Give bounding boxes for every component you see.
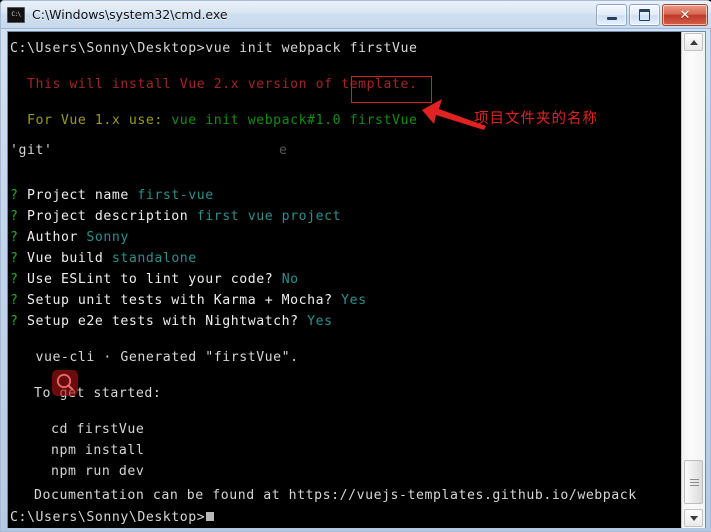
scrollbar-thumb[interactable] xyxy=(684,460,703,504)
console-line-vue1x: For Vue 1.x use: vue init webpack#1.0 fi… xyxy=(10,113,418,128)
label-vue-build: Vue build xyxy=(18,251,112,266)
console-prompt-unit-tests: ? Setup unit tests with Karma + Mocha? Y… xyxy=(10,293,367,308)
console-final-prompt: C:\Users\Sonny\Desktop> xyxy=(10,510,215,525)
maximize-icon xyxy=(639,9,650,21)
console-line-cmd-run-dev: npm run dev xyxy=(34,464,145,479)
chevron-up-icon xyxy=(689,39,698,45)
vertical-scrollbar[interactable] xyxy=(681,32,705,528)
magnifier-icon xyxy=(52,370,78,396)
question-mark-icon: ? xyxy=(10,209,19,224)
window-controls: ✕ xyxy=(596,4,708,26)
console-prompt-eslint: ? Use ESLint to lint your code? No xyxy=(10,272,299,287)
window-bottom-border xyxy=(1,528,711,531)
scroll-up-button[interactable] xyxy=(684,33,703,51)
text-cursor xyxy=(206,512,215,521)
console-prompt-vue-build: ? Vue build standalone xyxy=(10,251,197,266)
value-unit-tests: Yes xyxy=(341,293,367,308)
cmd-window: C:\ C:\Windows\system32\cmd.exe ✕ C:\Use… xyxy=(0,0,711,532)
console-line-cmd-install: npm install xyxy=(34,443,145,458)
value-project-description: first vue project xyxy=(196,209,342,224)
console-area[interactable]: C:\Users\Sonny\Desktop>vue init webpack … xyxy=(7,31,706,529)
label-project-description: Project description xyxy=(18,209,197,224)
label-e2e-tests: Setup e2e tests with Nightwatch? xyxy=(18,314,308,329)
console-line-generated: vue-cli · Generated "firstVue". xyxy=(10,350,299,365)
minimize-icon xyxy=(606,17,617,20)
label-author: Author xyxy=(18,230,87,245)
label-unit-tests: Setup unit tests with Karma + Mocha? xyxy=(18,293,342,308)
value-e2e-tests: Yes xyxy=(307,314,333,329)
value-project-name: first-vue xyxy=(137,188,214,203)
question-mark-icon: ? xyxy=(10,314,19,329)
label-project-name: Project name xyxy=(18,188,138,203)
question-mark-icon: ? xyxy=(10,293,19,308)
console-line-documentation: Documentation can be found at https://vu… xyxy=(34,488,637,503)
label-eslint: Use ESLint to lint your code? xyxy=(18,272,282,287)
console-prompt-author: ? Author Sonny xyxy=(10,230,129,245)
question-mark-icon: ? xyxy=(10,251,19,266)
console-line-git: 'git' xyxy=(10,143,53,158)
annotation-note: 项目文件夹的名称 xyxy=(474,111,598,127)
highlight-box-firstvue xyxy=(351,76,432,103)
question-mark-icon: ? xyxy=(10,272,19,287)
minimize-button[interactable] xyxy=(596,4,627,26)
close-button[interactable]: ✕ xyxy=(662,4,708,26)
cmd-icon: C:\ xyxy=(7,6,25,23)
window-titlebar[interactable]: C:\ C:\Windows\system32\cmd.exe ✕ xyxy=(1,1,711,29)
close-icon: ✕ xyxy=(679,7,691,23)
console-prompt-project-description: ? Project description first vue project xyxy=(10,209,341,224)
console-line-command: C:\Users\Sonny\Desktop>vue init webpack … xyxy=(10,41,418,56)
console-output[interactable]: C:\Users\Sonny\Desktop>vue init webpack … xyxy=(8,32,681,528)
vue1x-label: For Vue 1.x use: xyxy=(10,113,172,128)
window-title: C:\Windows\system32\cmd.exe xyxy=(32,7,228,22)
value-vue-build: standalone xyxy=(111,251,197,266)
console-prompt-project-name: ? Project name first-vue xyxy=(10,188,214,203)
console-line-cmd-cd: cd firstVue xyxy=(34,422,145,437)
value-author: Sonny xyxy=(86,230,129,245)
chevron-down-icon xyxy=(689,515,698,521)
vue1x-command: vue init webpack#1.0 firstVue xyxy=(171,113,418,128)
maximize-button[interactable] xyxy=(629,4,660,26)
question-mark-icon: ? xyxy=(10,188,19,203)
console-stray-char: e xyxy=(279,143,288,158)
value-eslint: No xyxy=(281,272,299,287)
scroll-down-button[interactable] xyxy=(684,509,703,527)
final-prompt-text: C:\Users\Sonny\Desktop> xyxy=(10,510,206,525)
console-prompt-e2e-tests: ? Setup e2e tests with Nightwatch? Yes xyxy=(10,314,333,329)
question-mark-icon: ? xyxy=(10,230,19,245)
scrollbar-grip-icon xyxy=(690,479,699,486)
